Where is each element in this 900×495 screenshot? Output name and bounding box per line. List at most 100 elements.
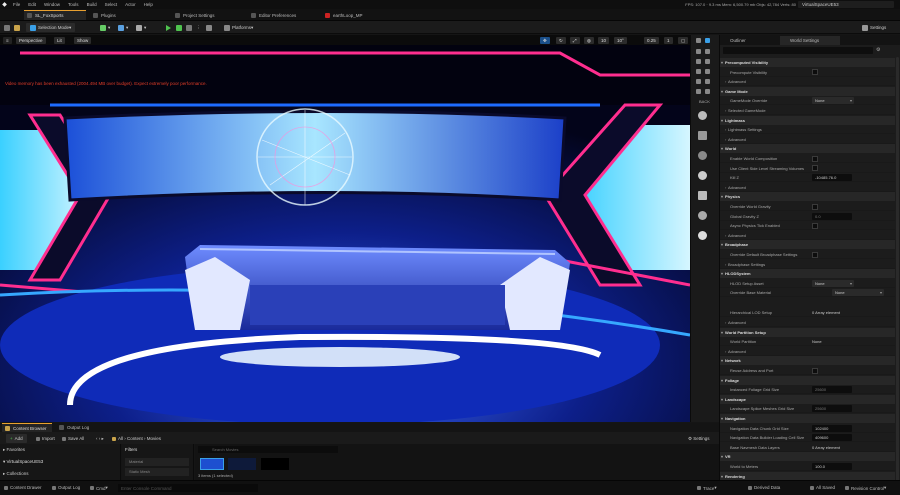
property-row[interactable]: GameMode Override None <box>720 96 895 106</box>
property-value[interactable]: None <box>812 97 854 105</box>
menu-actor[interactable]: Actor <box>121 2 140 7</box>
property-value[interactable]: 409600 <box>812 434 852 442</box>
revision-control-button[interactable]: Revision Control ▾ <box>845 485 886 491</box>
property-row[interactable]: Lightmass Settings <box>720 125 895 135</box>
rotate-mode-icon[interactable]: ↻ <box>556 37 566 44</box>
scale-snap[interactable]: 0.25 <box>644 37 659 44</box>
unreal-logo-icon[interactable]: ◆ <box>0 0 9 9</box>
crumb-movies[interactable]: Movies <box>147 436 161 441</box>
property-checkbox[interactable] <box>812 165 818 172</box>
filter-material[interactable]: Material <box>125 458 189 466</box>
rotation-snap[interactable]: 10° <box>614 37 627 44</box>
property-category[interactable]: World <box>720 144 895 154</box>
camera-icon[interactable] <box>698 191 707 200</box>
property-checkbox[interactable] <box>812 222 818 229</box>
property-checkbox[interactable] <box>812 203 818 210</box>
camera-speed[interactable]: 1 <box>664 37 673 44</box>
collections-section[interactable]: ▸ Collections <box>3 471 29 477</box>
property-category[interactable]: Broadphase <box>720 240 895 250</box>
settings-dropdown[interactable]: Settings <box>862 23 886 32</box>
property-category[interactable]: HLODSystem <box>720 269 895 279</box>
property-row[interactable]: Landscape Splice Meshes Grid Size 25600 <box>720 404 895 414</box>
property-value[interactable]: 0 Array element <box>812 444 840 451</box>
save-all-button[interactable]: Save All <box>62 434 84 443</box>
step-button[interactable] <box>176 23 184 32</box>
tab-editor-preferences[interactable]: Editor Preferences <box>248 10 320 20</box>
light-icon[interactable] <box>698 171 707 180</box>
property-row[interactable]: HLOD Setup Asset None <box>720 279 895 288</box>
property-value[interactable]: 102400 <box>812 424 852 432</box>
mesh-icon[interactable] <box>705 59 710 64</box>
tab-world-settings[interactable]: World Settings <box>780 36 840 45</box>
scale-mode-icon[interactable]: ⤢ <box>570 37 580 44</box>
property-category[interactable]: Game Mode <box>720 86 895 96</box>
property-category[interactable]: World Partition Setup <box>720 327 895 337</box>
grid-snap[interactable]: 10 <box>598 37 610 44</box>
nav-arrows[interactable]: ‹ › ▸ <box>96 434 104 443</box>
tab-level[interactable]: SL_FoxSports <box>24 10 86 20</box>
property-row[interactable]: Hierarchical LOD Setup 0 Array element <box>720 308 895 318</box>
property-category[interactable]: Lightmass <box>720 115 895 125</box>
all-saved-button[interactable]: All Saved <box>810 485 835 490</box>
paint-icon[interactable] <box>696 49 701 54</box>
asset-search-input[interactable]: Search Movies <box>198 446 338 453</box>
property-row[interactable]: Enable World Composition <box>720 154 895 163</box>
perspective-button[interactable]: Perspective <box>16 37 46 44</box>
person-actor-icon[interactable] <box>698 151 707 160</box>
property-row[interactable]: Advanced <box>720 135 895 144</box>
asset-thumbnail-earthloop[interactable] <box>200 458 224 470</box>
property-checkbox[interactable] <box>812 155 818 162</box>
property-row[interactable]: Override Base Material None <box>720 288 895 298</box>
property-row[interactable]: Advanced <box>720 347 895 356</box>
platforms-dropdown[interactable]: Platforms ▾ <box>224 23 253 32</box>
lit-button[interactable]: Lit <box>54 37 65 44</box>
settings-icon[interactable]: ⚙ <box>876 47 880 53</box>
viewport-menu-button[interactable]: ≡ <box>3 37 12 44</box>
foliage-icon[interactable] <box>696 59 701 64</box>
tab-output-log[interactable]: Output Log <box>56 423 101 432</box>
derived-data-button[interactable]: Derived Data <box>748 485 780 490</box>
volume-icon[interactable] <box>698 211 707 220</box>
property-row[interactable]: Advanced <box>720 77 895 87</box>
property-row[interactable]: Reuse Address and Port <box>720 366 895 375</box>
property-row[interactable]: World to Meters 100.0 <box>720 462 895 471</box>
menu-edit[interactable]: Edit <box>24 2 40 7</box>
favorites-section[interactable]: ▸ Favorites <box>3 447 25 453</box>
property-row[interactable]: Async Physics Tick Enabled <box>720 221 895 231</box>
brush-icon[interactable] <box>696 38 701 43</box>
cube-icon[interactable] <box>696 89 701 94</box>
property-row[interactable]: Navigation Data Builder Loading Cell Siz… <box>720 433 895 443</box>
save-level-icon[interactable] <box>4 23 12 32</box>
cinematics-button[interactable]: ▾ <box>136 23 146 32</box>
menu-file[interactable]: File <box>9 2 24 7</box>
filter-static-mesh[interactable]: Static Mesh <box>125 468 189 476</box>
property-value[interactable]: -10485.76.0 <box>812 174 852 182</box>
output-log-button[interactable]: Output Log <box>52 485 80 490</box>
stop-button[interactable] <box>186 23 194 32</box>
tab-outliner[interactable]: Outliner <box>720 36 760 45</box>
menu-help[interactable]: Help <box>140 2 157 7</box>
property-row[interactable]: Advanced <box>720 231 895 240</box>
menu-window[interactable]: Window <box>40 2 64 7</box>
property-value[interactable]: 100.0 <box>812 463 852 470</box>
cmd-dropdown[interactable]: Cmd ▾ <box>90 485 108 491</box>
property-row[interactable]: Base Navmesh Data Layers 0 Array element <box>720 443 895 452</box>
console-command-input[interactable]: Enter Console Command <box>118 484 258 492</box>
menu-select[interactable]: Select <box>101 2 122 7</box>
selection-mode-dropdown[interactable]: Selection Mode ▾ <box>26 23 76 32</box>
level-viewport[interactable]: Video memory has been exhausted (2004.49… <box>0 45 690 422</box>
modeling-icon[interactable] <box>705 69 710 74</box>
property-checkbox[interactable] <box>812 69 818 76</box>
crumb-content[interactable]: Content <box>127 436 143 441</box>
animation-icon[interactable] <box>696 79 701 84</box>
show-button[interactable]: Show <box>74 37 92 44</box>
import-button[interactable]: Import <box>36 434 55 443</box>
project-folder-section[interactable]: ▾ VirtualSpaceUE53 <box>3 459 43 465</box>
tab-media[interactable]: earthLoop_MP <box>322 10 394 20</box>
property-value[interactable]: None <box>832 289 884 297</box>
property-row[interactable]: Use Client Side Level Streaming Volumes <box>720 164 895 173</box>
asset-thumbnail-3[interactable] <box>261 458 289 470</box>
add-actor-button[interactable]: ▾ <box>100 23 110 32</box>
tab-content-browser[interactable]: Content Browser <box>2 423 52 432</box>
back-label[interactable]: BACK <box>699 99 710 104</box>
